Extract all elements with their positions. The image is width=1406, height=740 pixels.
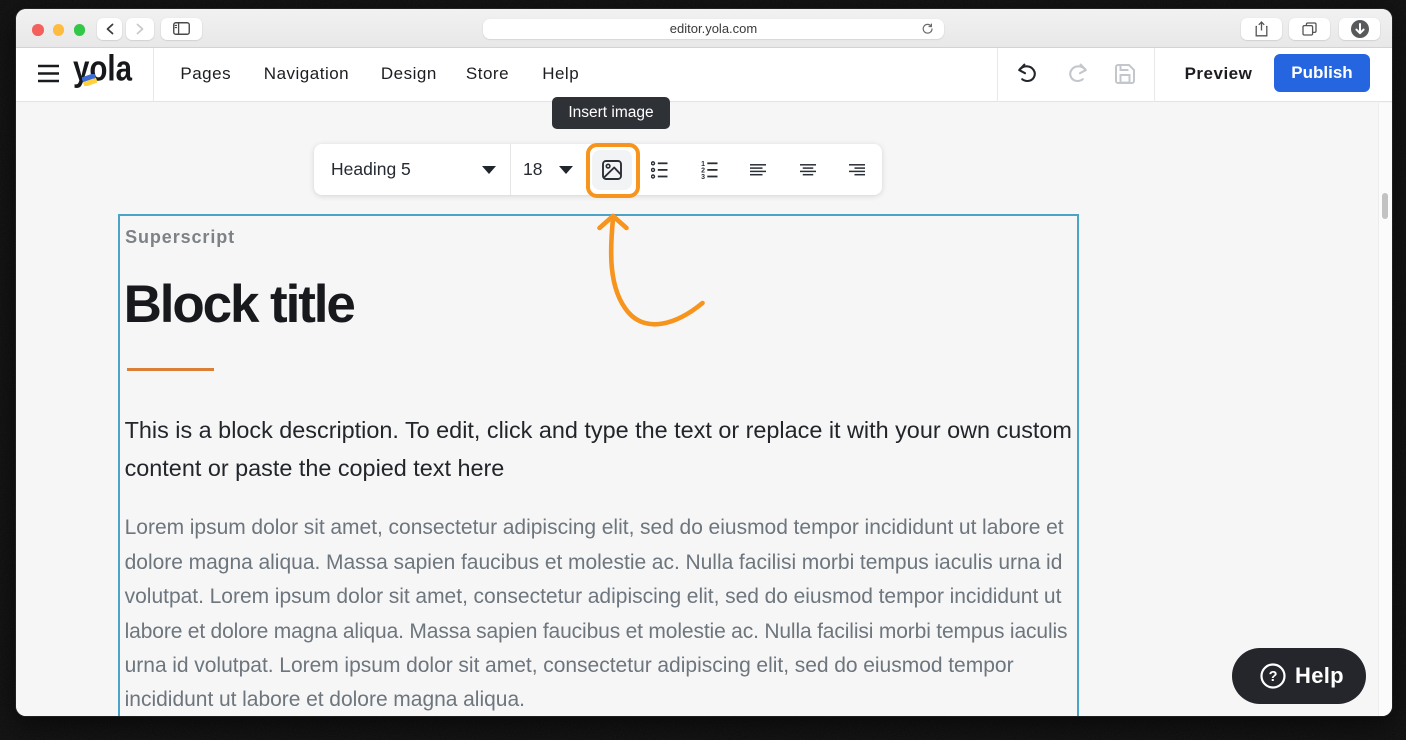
svg-text:?: ?	[1269, 669, 1278, 685]
svg-text:3: 3	[701, 174, 705, 181]
